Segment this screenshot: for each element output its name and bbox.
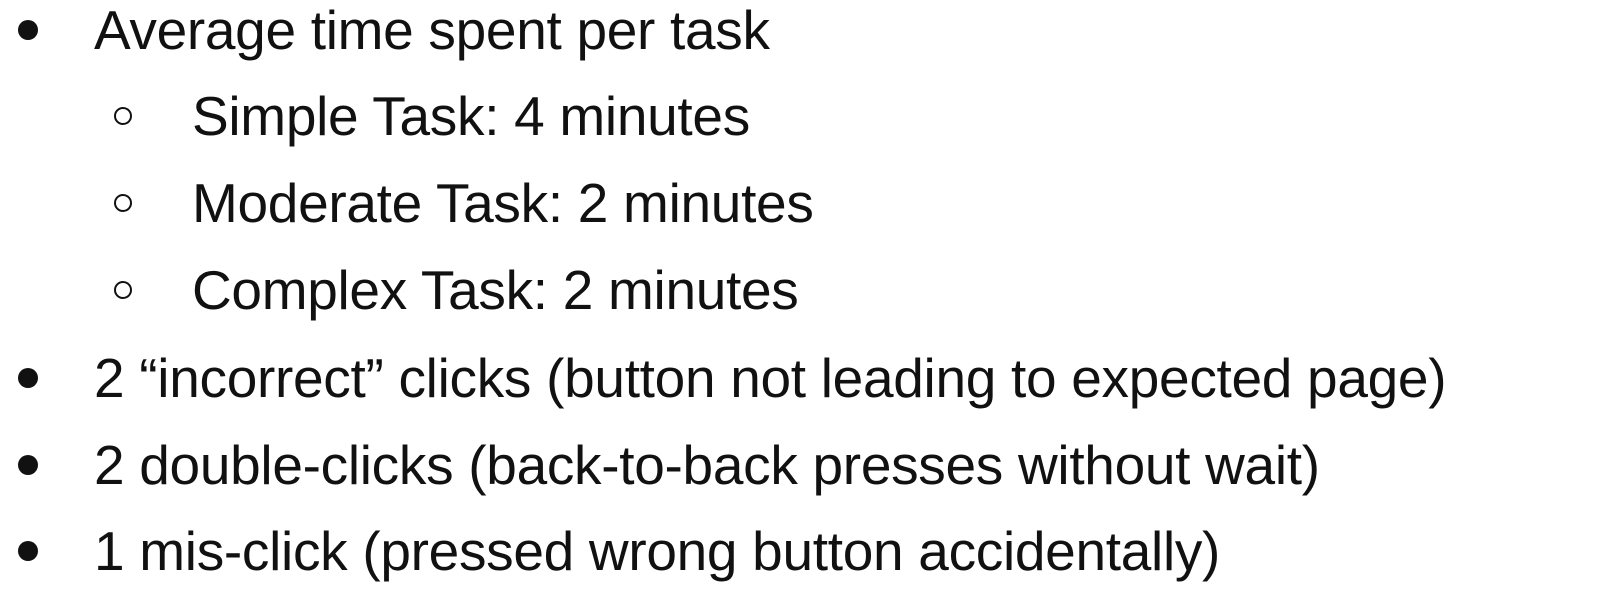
hollow-bullet-icon <box>109 246 137 334</box>
document-body: Average time spent per task Simple Task:… <box>0 0 1616 593</box>
sub-list-item-label: Moderate Task: 2 minutes <box>192 172 814 234</box>
filled-bullet-icon <box>14 507 42 595</box>
list-item-label: Average time spent per task <box>94 0 770 61</box>
filled-bullet-icon <box>14 421 42 509</box>
sub-list-item-simple-task: Simple Task: 4 minutes <box>0 72 1616 160</box>
list-item-incorrect-clicks: 2 “incorrect” clicks (button not leading… <box>0 334 1616 422</box>
list-item-label: 2 double-clicks (back-to-back presses wi… <box>94 434 1320 496</box>
hollow-bullet-icon <box>109 72 137 160</box>
filled-bullet-icon <box>14 0 42 74</box>
list-item-average-time: Average time spent per task <box>0 0 1616 74</box>
hollow-bullet-icon <box>109 159 137 247</box>
list-item-mis-click: 1 mis-click (pressed wrong button accide… <box>0 507 1616 595</box>
sub-list-item-moderate-task: Moderate Task: 2 minutes <box>0 159 1616 247</box>
sub-list-item-label: Simple Task: 4 minutes <box>192 85 750 147</box>
list-item-double-clicks: 2 double-clicks (back-to-back presses wi… <box>0 421 1616 509</box>
list-item-label: 1 mis-click (pressed wrong button accide… <box>94 520 1221 582</box>
filled-bullet-icon <box>14 334 42 422</box>
sub-list-item-label: Complex Task: 2 minutes <box>192 259 799 321</box>
sub-list-item-complex-task: Complex Task: 2 minutes <box>0 246 1616 334</box>
list-item-label: 2 “incorrect” clicks (button not leading… <box>94 347 1447 409</box>
